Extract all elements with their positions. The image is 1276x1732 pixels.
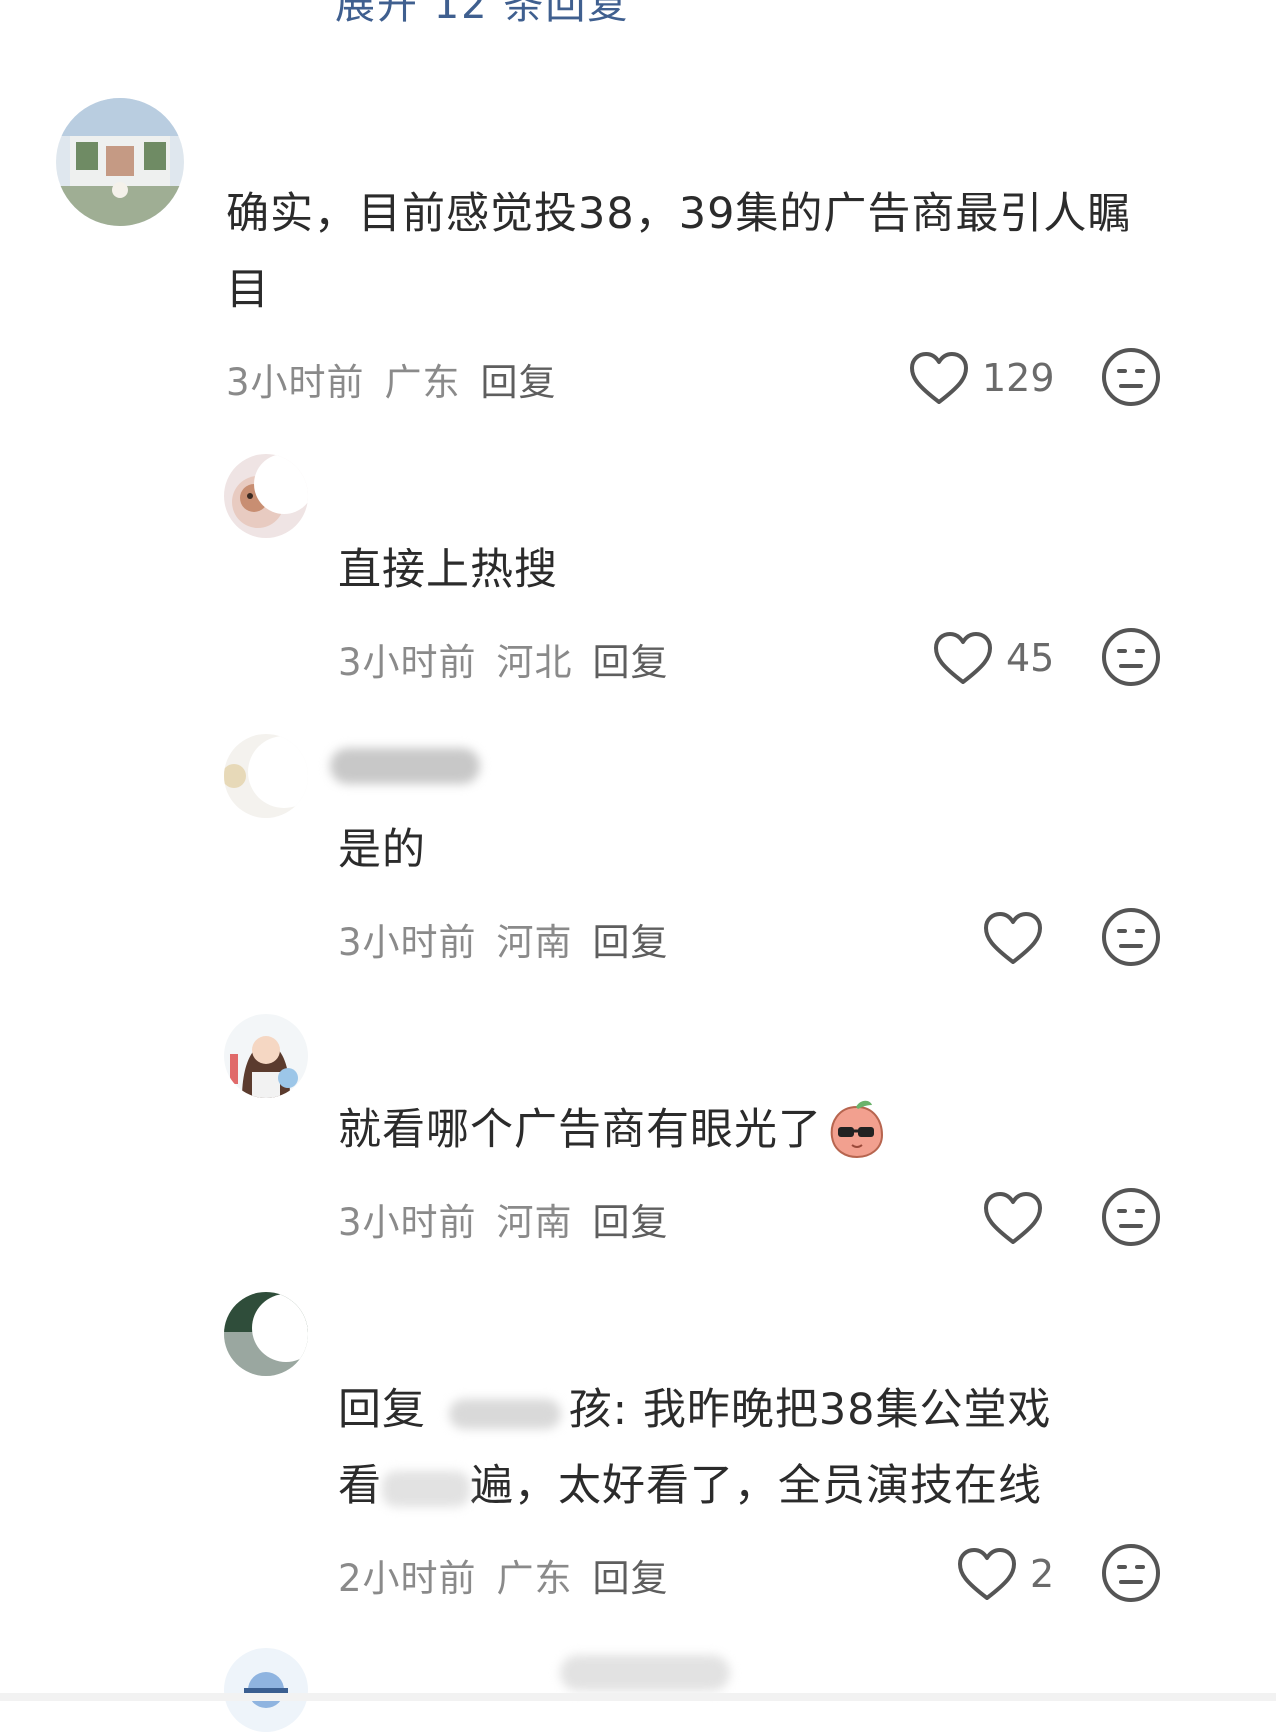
redacted-text (382, 1470, 470, 1507)
comment-meta: 3小时前 河南 回复 (338, 1192, 689, 1246)
like-button[interactable] (982, 1186, 1056, 1250)
comment-text: 就看哪个广告商有眼光了 (338, 1105, 822, 1155)
comment-meta: 3小时前 河北 回复 (338, 632, 689, 686)
comment-location: 河北 (496, 641, 573, 684)
heart-icon (984, 1192, 1042, 1244)
comment-time: 2小时前 (338, 1557, 477, 1600)
comment-location: 河南 (496, 921, 573, 964)
reaction-button[interactable] (1100, 906, 1162, 968)
reaction-button[interactable] (1100, 346, 1162, 408)
comment-time: 3小时前 (338, 1201, 477, 1244)
reply-button[interactable]: 回复 (593, 921, 669, 964)
blurred-name[interactable] (560, 1655, 730, 1691)
like-count: 2 (1030, 1552, 1055, 1596)
neutral-face-icon (1102, 908, 1160, 966)
comment-text-row: 就看哪个广告商有眼光了 (338, 1092, 888, 1168)
heart-icon (910, 352, 968, 404)
reply-button[interactable]: 回复 (593, 1201, 669, 1244)
heart-icon (984, 912, 1042, 964)
bottom-divider (0, 1693, 1276, 1701)
reply-button[interactable]: 回复 (593, 641, 669, 684)
comment-time: 3小时前 (338, 921, 477, 964)
comment-text-line-1: 回复 孩: 我昨晚把38集公堂戏 (338, 1372, 1052, 1448)
heart-icon (934, 632, 992, 684)
reply-button[interactable]: 回复 (593, 1557, 669, 1600)
neutral-face-icon (1102, 628, 1160, 686)
reply-button[interactable]: 回复 (481, 361, 557, 404)
like-button[interactable]: 45 (932, 626, 1054, 690)
comment-meta: 2小时前 广东 回复 (338, 1548, 689, 1602)
avatar[interactable] (224, 734, 308, 818)
avatar[interactable] (56, 98, 184, 226)
neutral-face-icon (1102, 1188, 1160, 1246)
comment-location: 河南 (496, 1201, 573, 1244)
cool-peach-emoji (830, 1100, 884, 1159)
comment-text-start: 看 (338, 1461, 382, 1511)
like-button[interactable]: 2 (956, 1542, 1054, 1606)
neutral-face-icon (1102, 348, 1160, 406)
expand-replies-link[interactable]: 展开 12 条回复 (335, 0, 629, 30)
reply-prefix: 回复 (338, 1385, 426, 1435)
comment-meta: 3小时前 广东 回复 (226, 352, 577, 406)
comment-text: 是的 (338, 825, 426, 875)
avatar[interactable] (224, 1292, 308, 1376)
reaction-button[interactable] (1100, 1186, 1162, 1248)
comment-time: 3小时前 (338, 641, 477, 684)
like-count: 129 (982, 356, 1055, 400)
comment-text: : 我昨晚把38集公堂戏 (612, 1385, 1052, 1435)
avatar[interactable] (224, 1648, 308, 1732)
comment-time: 3小时前 (226, 361, 365, 404)
like-count: 45 (1006, 636, 1055, 680)
avatar[interactable] (224, 1014, 308, 1098)
heart-icon (958, 1548, 1016, 1600)
comment-text: 确实，目前感觉投38，39集的广告商最引人瞩目 (226, 189, 1132, 315)
comment-text-end: 遍，太好看了，全员演技在线 (470, 1461, 1042, 1511)
reaction-button[interactable] (1100, 626, 1162, 688)
comment-meta: 3小时前 河南 回复 (338, 912, 689, 966)
like-button[interactable]: 129 (908, 346, 1055, 410)
neutral-face-icon (1102, 1544, 1160, 1602)
author-name[interactable] (330, 748, 480, 784)
like-button[interactable] (982, 906, 1056, 970)
comment-location: 广东 (496, 1557, 573, 1600)
comment-text-line-2: 看 遍，太好看了，全员演技在线 (338, 1448, 1042, 1524)
reply-target-fragment: 孩 (568, 1385, 613, 1435)
avatar[interactable] (224, 454, 308, 538)
comment-text: 直接上热搜 (338, 545, 558, 595)
reply-target-name[interactable] (441, 1393, 569, 1433)
comment-location: 广东 (384, 361, 461, 404)
reaction-button[interactable] (1100, 1542, 1162, 1604)
